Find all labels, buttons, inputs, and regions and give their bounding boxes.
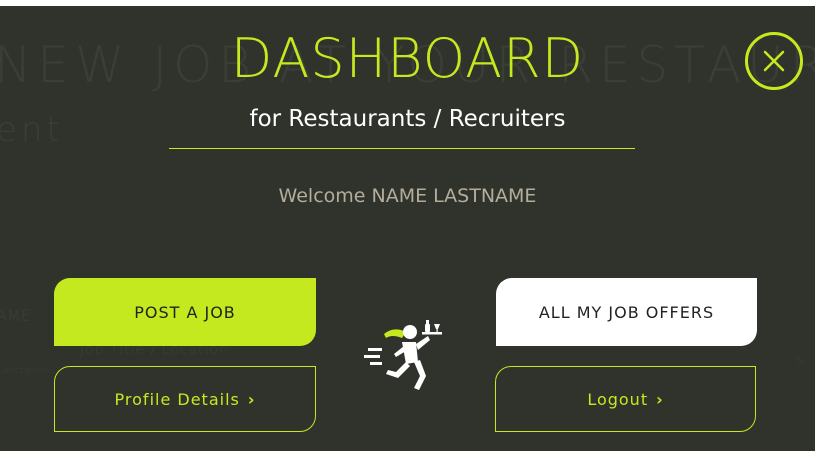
background-edge-text: S: [796, 354, 804, 368]
all-job-offers-button[interactable]: ALL MY JOB OFFERS: [496, 278, 757, 346]
running-waiter-icon: [364, 320, 442, 390]
close-button[interactable]: [745, 32, 803, 90]
background-small-text: Description: [0, 366, 50, 376]
close-icon: [763, 50, 785, 72]
dashboard-modal: NEW JOB AT YOUR RESTAURANT ent AME Job T…: [0, 6, 815, 451]
dashboard-subtitle: for Restaurants / Recruiters: [249, 106, 566, 132]
profile-details-label: Profile Details: [114, 389, 240, 409]
logout-label: Logout: [587, 389, 649, 409]
profile-details-button[interactable]: Profile Details ›: [54, 366, 316, 432]
chevron-right-icon: ›: [656, 389, 664, 409]
all-job-offers-label: ALL MY JOB OFFERS: [538, 302, 715, 322]
welcome-message: Welcome NAME LASTNAME: [278, 185, 537, 207]
post-job-label: POST A JOB: [134, 302, 236, 322]
title-divider: [169, 148, 635, 149]
background-label: AME: [0, 306, 31, 325]
logout-button[interactable]: Logout ›: [495, 366, 756, 432]
post-job-button[interactable]: POST A JOB: [54, 278, 316, 346]
dashboard-title: DASHBOARD: [230, 27, 585, 90]
chevron-right-icon: ›: [247, 389, 256, 409]
